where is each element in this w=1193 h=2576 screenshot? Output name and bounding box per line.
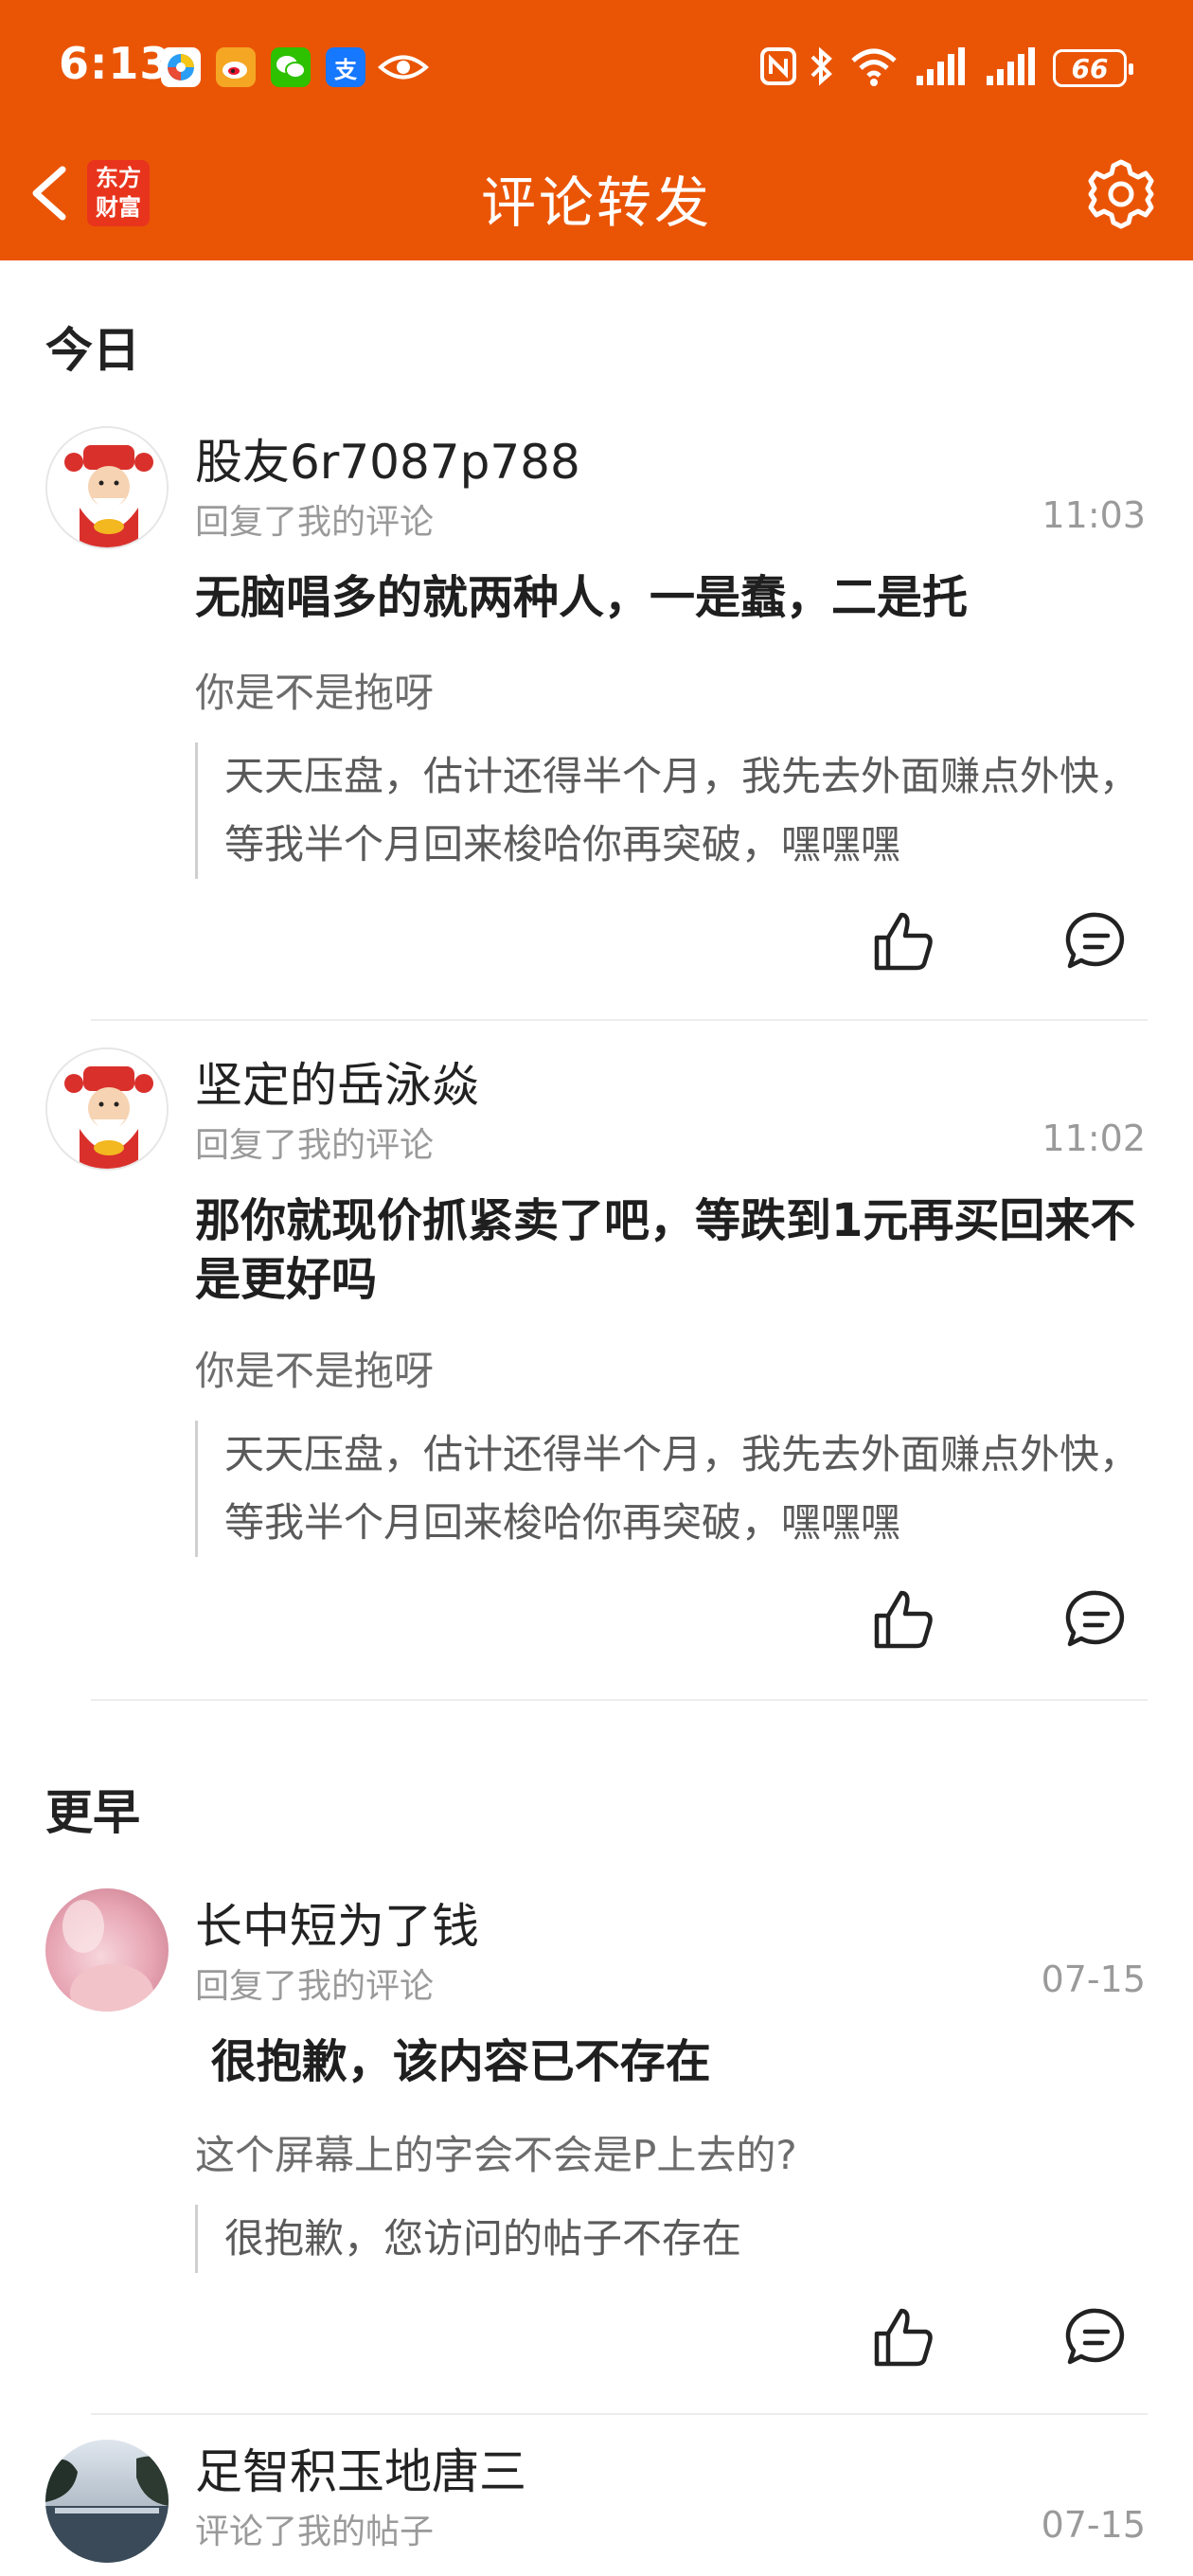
alipay-icon: 支: [326, 47, 365, 87]
eye-icon: [377, 47, 430, 87]
comment-button[interactable]: [1062, 1585, 1131, 1654]
avatar-photo-icon: [45, 1888, 169, 2012]
username[interactable]: 坚定的岳泳焱: [195, 1047, 479, 1116]
section-title-earlier: 更早: [45, 1785, 140, 1840]
avatar-landscape-icon: [45, 2440, 169, 2563]
my-comment: 你是不是拖呀: [195, 1348, 435, 1394]
nfc-icon: [759, 45, 797, 91]
username[interactable]: 足智积玉地唐三: [195, 2434, 526, 2502]
my-comment: 你是不是拖呀: [195, 670, 435, 716]
action-text: 回复了我的评论: [195, 503, 435, 542]
list-item[interactable]: 长中短为了钱 回复了我的评论 07-15 很抱歉，该内容已不存在 这个屏幕上的字…: [0, 1881, 1193, 2402]
timestamp: 07-15: [1041, 1959, 1146, 2000]
thumbs-up-icon: [874, 1590, 933, 1649]
avatar[interactable]: [45, 1047, 169, 1171]
page-title: 评论转发: [480, 170, 712, 235]
my-comment: 这个屏幕上的字会不会是P上去的?: [195, 2132, 797, 2178]
comment-bubble-icon: [1065, 2308, 1125, 2365]
quoted-post[interactable]: 天天压盘，估计还得半个月，我先去外面赚点外快，等我半个月回来梭哈你再突破，嘿嘿嘿: [195, 1421, 1142, 1557]
username[interactable]: 股友6r7087p788: [195, 424, 580, 492]
action-text: 回复了我的评论: [195, 1126, 435, 1165]
thumbs-up-icon: [874, 2308, 933, 2367]
username[interactable]: 长中短为了钱: [195, 1888, 479, 1957]
avatar[interactable]: [45, 426, 169, 549]
avatar[interactable]: [45, 2440, 169, 2563]
quoted-post[interactable]: 天天压盘，估计还得半个月，我先去外面赚点外快，等我半个月回来梭哈你再突破，嘿嘿嘿: [195, 742, 1142, 879]
quoted-post[interactable]: 很抱歉，您访问的帖子不存在: [195, 2205, 1142, 2273]
signal-icon: [915, 45, 966, 91]
top-bar: 6:13 支 66 东方 财富 评论转发: [0, 0, 1193, 260]
avatar-caishen-icon: [47, 428, 167, 547]
battery-icon: 66: [1053, 49, 1133, 87]
gear-icon: [1088, 159, 1154, 229]
action-text: 回复了我的评论: [195, 1967, 435, 2006]
wechat-icon: [271, 47, 311, 87]
action-text: 评论了我的帖子: [195, 2513, 435, 2551]
signal-icon: [985, 45, 1036, 91]
timestamp: 07-15: [1041, 2504, 1146, 2546]
header: 东方 财富 评论转发: [0, 137, 1193, 260]
browser-app-icon: [161, 47, 201, 87]
like-button[interactable]: [869, 1585, 937, 1654]
reply-text[interactable]: 那你就现价抓紧卖了吧，等跌到1元再买回来不是更好吗: [195, 1191, 1142, 1309]
avatar-caishen-icon: [47, 1049, 167, 1169]
reply-text[interactable]: 无脑唱多的就两种人，一是蠢，二是托: [195, 568, 1142, 627]
comment-button[interactable]: [1062, 2303, 1131, 2371]
like-button[interactable]: [869, 907, 937, 975]
list-item[interactable]: 坚定的岳泳焱 回复了我的评论 11:02 那你就现价抓紧卖了吧，等跌到1元再买回…: [0, 1038, 1193, 1701]
settings-button[interactable]: [1083, 156, 1159, 232]
like-button[interactable]: [869, 2303, 937, 2371]
comment-bubble-icon: [1065, 1590, 1125, 1647]
comment-button[interactable]: [1062, 907, 1131, 975]
thumbs-up-icon: [874, 912, 933, 971]
avatar[interactable]: [45, 1888, 169, 2012]
divider: [91, 2413, 1148, 2415]
weibo-icon: [216, 47, 256, 87]
section-title-today: 今日: [45, 323, 140, 378]
timestamp: 11:02: [1042, 1118, 1146, 1159]
divider: [91, 1699, 1148, 1701]
reply-text[interactable]: 很抱歉，该内容已不存在: [195, 2032, 1142, 2091]
list-item[interactable]: 股友6r7087p788 回复了我的评论 11:03 无脑唱多的就两种人，一是蠢…: [0, 417, 1193, 1023]
comment-bubble-icon: [1065, 912, 1125, 969]
list-item[interactable]: 足智积玉地唐三 评论了我的帖子 07-15: [0, 2434, 1193, 2576]
timestamp: 11:03: [1042, 494, 1146, 536]
divider: [91, 1019, 1148, 1021]
status-bar: 6:13 支 66: [0, 0, 1193, 137]
bluetooth-icon: [807, 45, 835, 91]
wifi-icon: [850, 45, 898, 91]
